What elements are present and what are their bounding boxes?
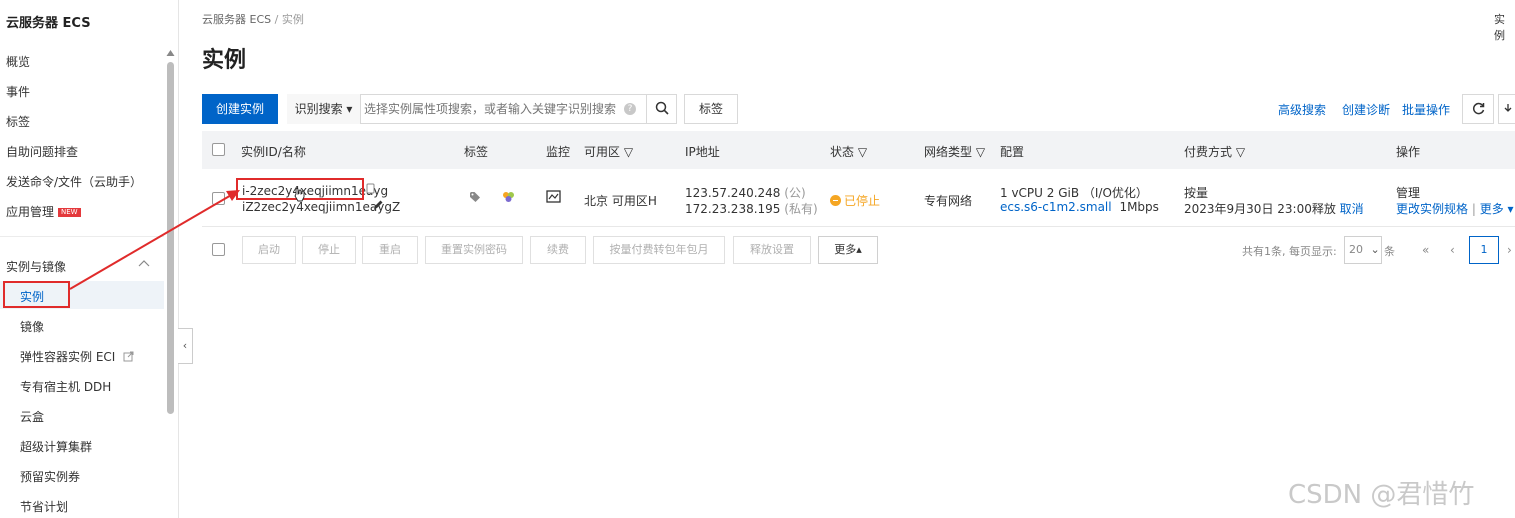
annotation-arrow (69, 190, 240, 290)
watermark: CSDN @君惜竹 (1288, 480, 1475, 510)
